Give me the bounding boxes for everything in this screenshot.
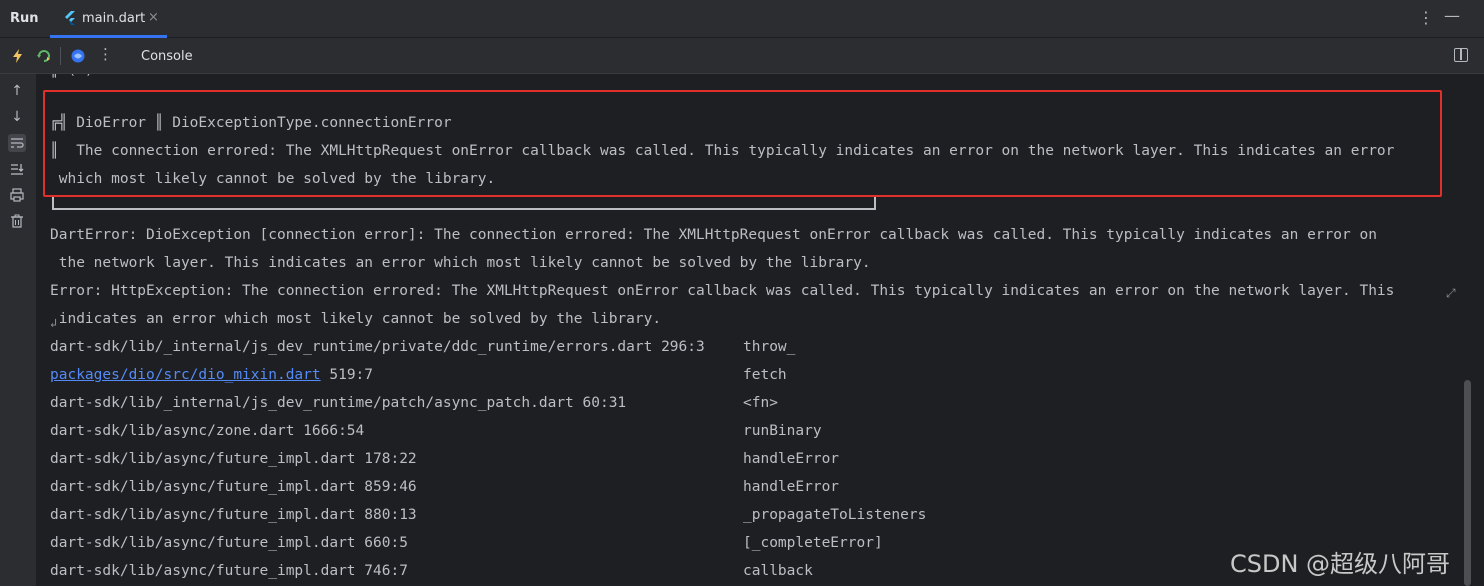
more-options-icon[interactable]: ⋮: [1418, 8, 1434, 27]
stack-frame-function: handleError: [743, 451, 840, 467]
stack-frame-location: dart-sdk/lib/async/future_impl.dart 880:…: [50, 507, 417, 523]
stack-frame-function: [_completeError]: [743, 535, 883, 551]
watermark: CSDN @超级八阿哥: [1230, 550, 1451, 578]
stack-frame-location: dart-sdk/lib/async/future_impl.dart 859:…: [50, 479, 417, 495]
tab-main-dart[interactable]: main.dart ×: [50, 0, 167, 38]
hot-restart-icon[interactable]: [36, 48, 52, 64]
highlight-annotation-box: [43, 90, 1442, 197]
tool-window-header: Run main.dart × ⋮ —: [0, 0, 1484, 38]
http-exception-line-1: Error: HttpException: The connection err…: [50, 283, 1395, 299]
stack-frame-function: fetch: [743, 367, 787, 383]
stack-frame-function: handleError: [743, 479, 840, 495]
http-exception-line-2: indicates an error which most likely can…: [50, 311, 662, 327]
stack-frame-function: <fn>: [743, 395, 778, 411]
tab-label: main.dart: [82, 11, 146, 26]
stack-frame-function: _propagateToListeners: [743, 507, 927, 523]
dart-error-line-1: DartError: DioException [connection erro…: [50, 227, 1377, 243]
wrap-lines-icon: [11, 138, 24, 148]
flutter-icon: [65, 11, 75, 25]
source-position: 519:7: [320, 367, 374, 383]
print-icon[interactable]: [8, 186, 26, 204]
stack-frame-location: dart-sdk/lib/_internal/js_dev_runtime/pr…: [50, 339, 705, 355]
stack-frame-location: dart-sdk/lib/async/future_impl.dart 746:…: [50, 563, 408, 579]
run-toolbar: ⋮ Console: [0, 38, 1484, 74]
toolbar-separator: [60, 47, 61, 65]
layout-icon[interactable]: [1454, 48, 1468, 62]
run-tool-window-title: Run: [10, 11, 39, 26]
error-box-border: [52, 196, 876, 210]
dart-error-line-2: the network layer. This indicates an err…: [50, 255, 871, 271]
toolbar-more-icon[interactable]: ⋮: [98, 45, 113, 63]
scroll-end-glyph: [11, 164, 24, 175]
stack-frame-location: packages/dio/src/dio_mixin.dart 519:7: [50, 367, 373, 383]
source-link[interactable]: packages/dio/src/dio_mixin.dart: [50, 367, 321, 383]
soft-wrap-icon[interactable]: [8, 134, 26, 152]
stack-frame-function: throw_: [743, 339, 796, 355]
stack-frame-location: dart-sdk/lib/_internal/js_dev_runtime/pa…: [50, 395, 627, 411]
trash-glyph: [11, 214, 23, 228]
close-icon[interactable]: ×: [148, 10, 159, 25]
soft-wrap-marker-icon: ⤢: [1446, 286, 1456, 300]
tab-console[interactable]: Console: [141, 49, 193, 64]
arrow-up-icon[interactable]: ↑: [8, 82, 26, 100]
stack-frame-location: dart-sdk/lib/async/zone.dart 1666:54: [50, 423, 365, 439]
devtools-icon[interactable]: [70, 48, 86, 64]
stack-frame-location: dart-sdk/lib/async/future_impl.dart 178:…: [50, 451, 417, 467]
printer-glyph: [10, 188, 24, 202]
console-side-toolbar: ↑ ↓: [0, 74, 36, 586]
stack-frame-location: dart-sdk/lib/async/future_impl.dart 660:…: [50, 535, 408, 551]
vertical-scrollbar[interactable]: [1464, 380, 1471, 586]
trash-icon[interactable]: [8, 212, 26, 230]
scroll-to-end-icon[interactable]: [8, 160, 26, 178]
minimize-icon[interactable]: —: [1444, 6, 1460, 25]
hot-reload-icon[interactable]: [10, 48, 26, 64]
stack-frame-function: callback: [743, 563, 813, 579]
stack-frame-function: runBinary: [743, 423, 822, 439]
arrow-down-icon[interactable]: ↓: [8, 108, 26, 126]
truncated-line: ║ (…) …: [50, 74, 111, 78]
